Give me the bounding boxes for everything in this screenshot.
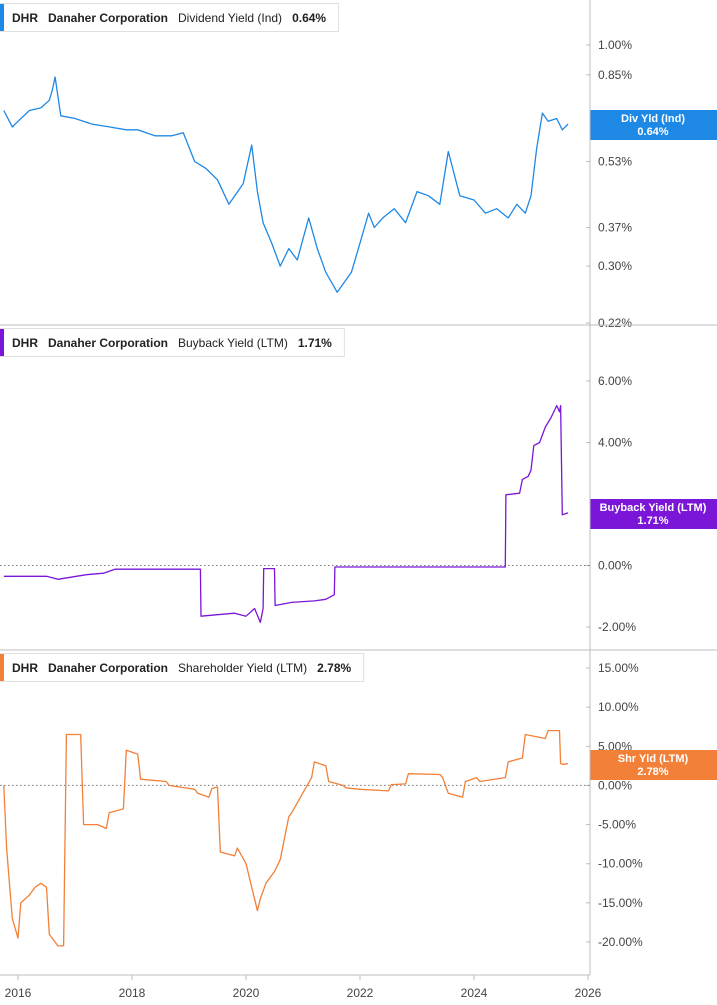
y-tick-label: 10.00% bbox=[598, 700, 639, 714]
value-tag: Buyback Yield (LTM)1.71% bbox=[590, 499, 717, 529]
legend-ticker: DHR bbox=[12, 336, 38, 350]
y-tick-label: 0.37% bbox=[598, 221, 632, 235]
legend: DHR Danaher Corporation Buyback Yield (LTM… bbox=[0, 328, 345, 357]
y-tick-label: 0.22% bbox=[598, 316, 632, 330]
panel-3: -20.00%-15.00%-10.00%-5.00%0.00%5.00%10.… bbox=[0, 649, 717, 949]
value-tag-label: Buyback Yield (LTM) bbox=[600, 502, 707, 514]
panel-2: -2.00% 0.00% 4.00% 6.00% DHR Danaher Corporat… bbox=[0, 324, 717, 634]
y-tick-label: 15.00% bbox=[598, 661, 639, 675]
legend: DHR Danaher Corporation Shareholder Yield … bbox=[0, 653, 365, 682]
legend-company: Danaher Corporation bbox=[48, 661, 168, 675]
y-tick-label: 1.00% bbox=[598, 38, 632, 52]
value-tag: Div Yld (Ind)0.64% bbox=[590, 110, 717, 140]
y-tick-label: -2.00% bbox=[598, 620, 636, 634]
x-tick-label: 2018 bbox=[119, 986, 146, 1000]
legend-metric: Dividend Yield (Ind) bbox=[178, 11, 282, 25]
x-tick-label: 2026 bbox=[575, 986, 602, 1000]
legend-metric: Shareholder Yield (LTM) bbox=[178, 661, 307, 675]
value-tag-label: Shr Yld (LTM) bbox=[618, 753, 689, 765]
legend-metric: Buyback Yield (LTM) bbox=[178, 336, 288, 350]
legend-value: 2.78% bbox=[317, 661, 351, 675]
y-tick-label: 0.53% bbox=[598, 155, 632, 169]
panel-1: 0.22% 0.30% 0.37% 0.53% 0.85% 1.00% DHR Danaher… bbox=[0, 3, 717, 330]
y-tick-label: 0.85% bbox=[598, 68, 632, 82]
y-tick-label: 0.00% bbox=[598, 778, 632, 792]
legend-value: 0.64% bbox=[292, 11, 326, 25]
legend-company: Danaher Corporation bbox=[48, 11, 168, 25]
legend: DHR Danaher Corporation Dividend Yield (In… bbox=[0, 3, 340, 32]
y-tick-label: -5.00% bbox=[598, 818, 636, 832]
legend-ticker: DHR bbox=[12, 661, 38, 675]
series-line bbox=[3, 76, 569, 293]
value-tag-value: 0.64% bbox=[637, 126, 668, 138]
x-axis: 2016 2018 2020 2022 2024 2026 bbox=[0, 974, 602, 1000]
legend-company: Danaher Corporation bbox=[48, 336, 168, 350]
x-tick-label: 2020 bbox=[233, 986, 260, 1000]
legend-swatch bbox=[0, 329, 4, 356]
legend-swatch bbox=[0, 654, 4, 681]
y-tick-label: 0.30% bbox=[598, 259, 632, 273]
x-tick-label: 2016 bbox=[5, 986, 32, 1000]
y-tick-label: -15.00% bbox=[598, 896, 643, 910]
y-tick-label: 0.00% bbox=[598, 559, 632, 573]
y-tick-label: -20.00% bbox=[598, 935, 643, 949]
series-line bbox=[3, 729, 569, 947]
value-tag-value: 2.78% bbox=[637, 766, 668, 778]
value-tag: Shr Yld (LTM)2.78% bbox=[590, 750, 717, 780]
legend-swatch bbox=[0, 4, 4, 31]
y-tick-label: -10.00% bbox=[598, 857, 643, 871]
y-tick-label: 6.00% bbox=[598, 374, 632, 388]
value-tag-value: 1.71% bbox=[637, 515, 668, 527]
x-tick-label: 2024 bbox=[461, 986, 488, 1000]
series-line bbox=[3, 404, 569, 624]
x-tick-label: 2022 bbox=[347, 986, 374, 1000]
legend-value: 1.71% bbox=[298, 336, 332, 350]
chart-svg: 0.22% 0.30% 0.37% 0.53% 0.85% 1.00% DHR Danaher… bbox=[0, 0, 717, 1000]
y-tick-label: 4.00% bbox=[598, 436, 632, 450]
legend-ticker: DHR bbox=[12, 11, 38, 25]
value-tag-label: Div Yld (Ind) bbox=[621, 113, 685, 125]
